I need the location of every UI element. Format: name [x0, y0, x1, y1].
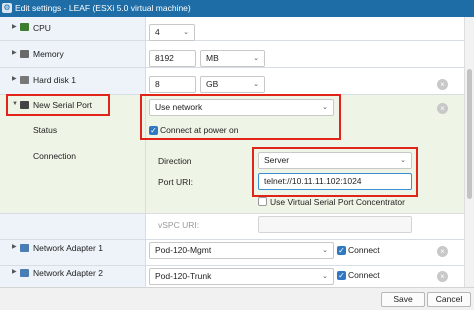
memory-unit: MB: [206, 53, 219, 63]
network-adapter-icon: [20, 269, 29, 277]
vspc-uri-label: vSPC URI:: [158, 220, 200, 230]
memory-value: 8192: [155, 53, 174, 63]
port-uri-value: telnet://10.11.11.102:1024: [264, 176, 362, 186]
row-divider: [0, 265, 464, 266]
row-divider: [0, 239, 464, 240]
remove-hard-disk-icon[interactable]: ×: [437, 79, 448, 90]
chevron-right-icon[interactable]: ▶: [12, 49, 17, 56]
cpu-icon: [20, 23, 29, 31]
network-adapter-2-select[interactable]: Pod-120-Trunk ⌄: [149, 268, 334, 285]
window-title: Edit settings - LEAF (ESXi 5.0 virtual m…: [15, 3, 191, 13]
cpu-label: CPU: [33, 23, 51, 33]
port-uri-label: Port URI:: [158, 177, 193, 187]
memory-unit-select[interactable]: MB ⌄: [200, 50, 265, 67]
row-divider: [0, 67, 464, 68]
settings-table: ▶ CPU 4 ⌄ ▶ Memory 8192 MB ⌄ ▶ Hard disk…: [0, 17, 464, 287]
network-adapter-1-label: Network Adapter 1: [33, 243, 103, 253]
connect-at-power-on-checkbox[interactable]: ✓: [149, 126, 158, 135]
hard-disk-unit: GB: [206, 79, 219, 89]
chevron-down-icon: ⌄: [322, 273, 328, 280]
chevron-down-icon: ⌄: [253, 81, 259, 88]
remove-network-adapter-2-icon[interactable]: ×: [437, 271, 448, 282]
chevron-right-icon[interactable]: ▶: [12, 23, 17, 30]
network-adapter-2-connect-label: Connect: [348, 270, 380, 280]
row-divider: [0, 40, 464, 41]
serial-port-label: New Serial Port: [33, 100, 93, 110]
row-divider: [0, 94, 464, 95]
scrollbar-thumb[interactable]: [467, 69, 472, 199]
network-adapter-1-connect-checkbox[interactable]: ✓: [337, 246, 346, 255]
direction-select[interactable]: Server ⌄: [258, 152, 412, 169]
connection-label: Connection: [33, 151, 77, 161]
direction-value: Server: [264, 155, 290, 165]
hard-disk-unit-select[interactable]: GB ⌄: [200, 76, 265, 93]
save-button[interactable]: Save: [381, 292, 425, 307]
cpu-select[interactable]: 4 ⌄: [149, 24, 195, 41]
network-adapter-1-select[interactable]: Pod-120-Mgmt ⌄: [149, 242, 334, 259]
cpu-value: 4: [155, 27, 160, 37]
chevron-down-icon: ⌄: [322, 247, 328, 254]
chevron-down-icon: ⌄: [400, 157, 406, 164]
status-label: Status: [33, 125, 58, 135]
network-adapter-1-value: Pod-120-Mgmt: [155, 245, 212, 255]
column-divider: [145, 17, 146, 287]
window-titlebar: ⚙ Edit settings - LEAF (ESXi 5.0 virtual…: [0, 0, 474, 17]
serial-port-icon: [20, 101, 29, 109]
network-adapter-icon: [20, 244, 29, 252]
network-adapter-2-connect-checkbox[interactable]: ✓: [337, 271, 346, 280]
network-adapter-1-connect-label: Connect: [348, 245, 380, 255]
connect-at-power-on-label: Connect at power on: [160, 125, 239, 135]
chevron-down-icon[interactable]: ▼: [12, 101, 18, 107]
memory-label: Memory: [33, 49, 64, 59]
hard-disk-icon: [20, 76, 29, 84]
serial-port-type-select[interactable]: Use network ⌄: [149, 99, 334, 116]
hard-disk-label: Hard disk 1: [33, 75, 76, 85]
network-adapter-2-value: Pod-120-Trunk: [155, 271, 212, 281]
gear-icon: ⚙: [2, 3, 12, 13]
chevron-down-icon: ⌄: [183, 29, 189, 36]
chevron-down-icon: ⌄: [253, 55, 259, 62]
cancel-button[interactable]: Cancel: [427, 292, 471, 307]
chevron-right-icon[interactable]: ▶: [12, 243, 17, 250]
scrollbar[interactable]: [464, 17, 474, 287]
direction-label: Direction: [158, 156, 192, 166]
port-uri-input[interactable]: telnet://10.11.11.102:1024: [258, 173, 412, 190]
use-vspc-checkbox[interactable]: [258, 197, 267, 206]
hard-disk-value: 8: [155, 79, 160, 89]
vspc-uri-input[interactable]: [258, 216, 412, 233]
hard-disk-input[interactable]: 8: [149, 76, 196, 93]
chevron-down-icon: ⌄: [322, 104, 328, 111]
use-vspc-label: Use Virtual Serial Port Concentrator: [270, 197, 405, 207]
serial-port-type-value: Use network: [155, 102, 203, 112]
memory-icon: [20, 50, 29, 58]
chevron-right-icon[interactable]: ▶: [12, 268, 17, 275]
network-adapter-2-label: Network Adapter 2: [33, 268, 103, 278]
chevron-right-icon[interactable]: ▶: [12, 75, 17, 82]
dialog-footer: Save Cancel: [0, 287, 474, 310]
row-divider: [0, 213, 464, 214]
memory-input[interactable]: 8192: [149, 50, 196, 67]
remove-network-adapter-1-icon[interactable]: ×: [437, 246, 448, 257]
remove-serial-port-icon[interactable]: ×: [437, 103, 448, 114]
